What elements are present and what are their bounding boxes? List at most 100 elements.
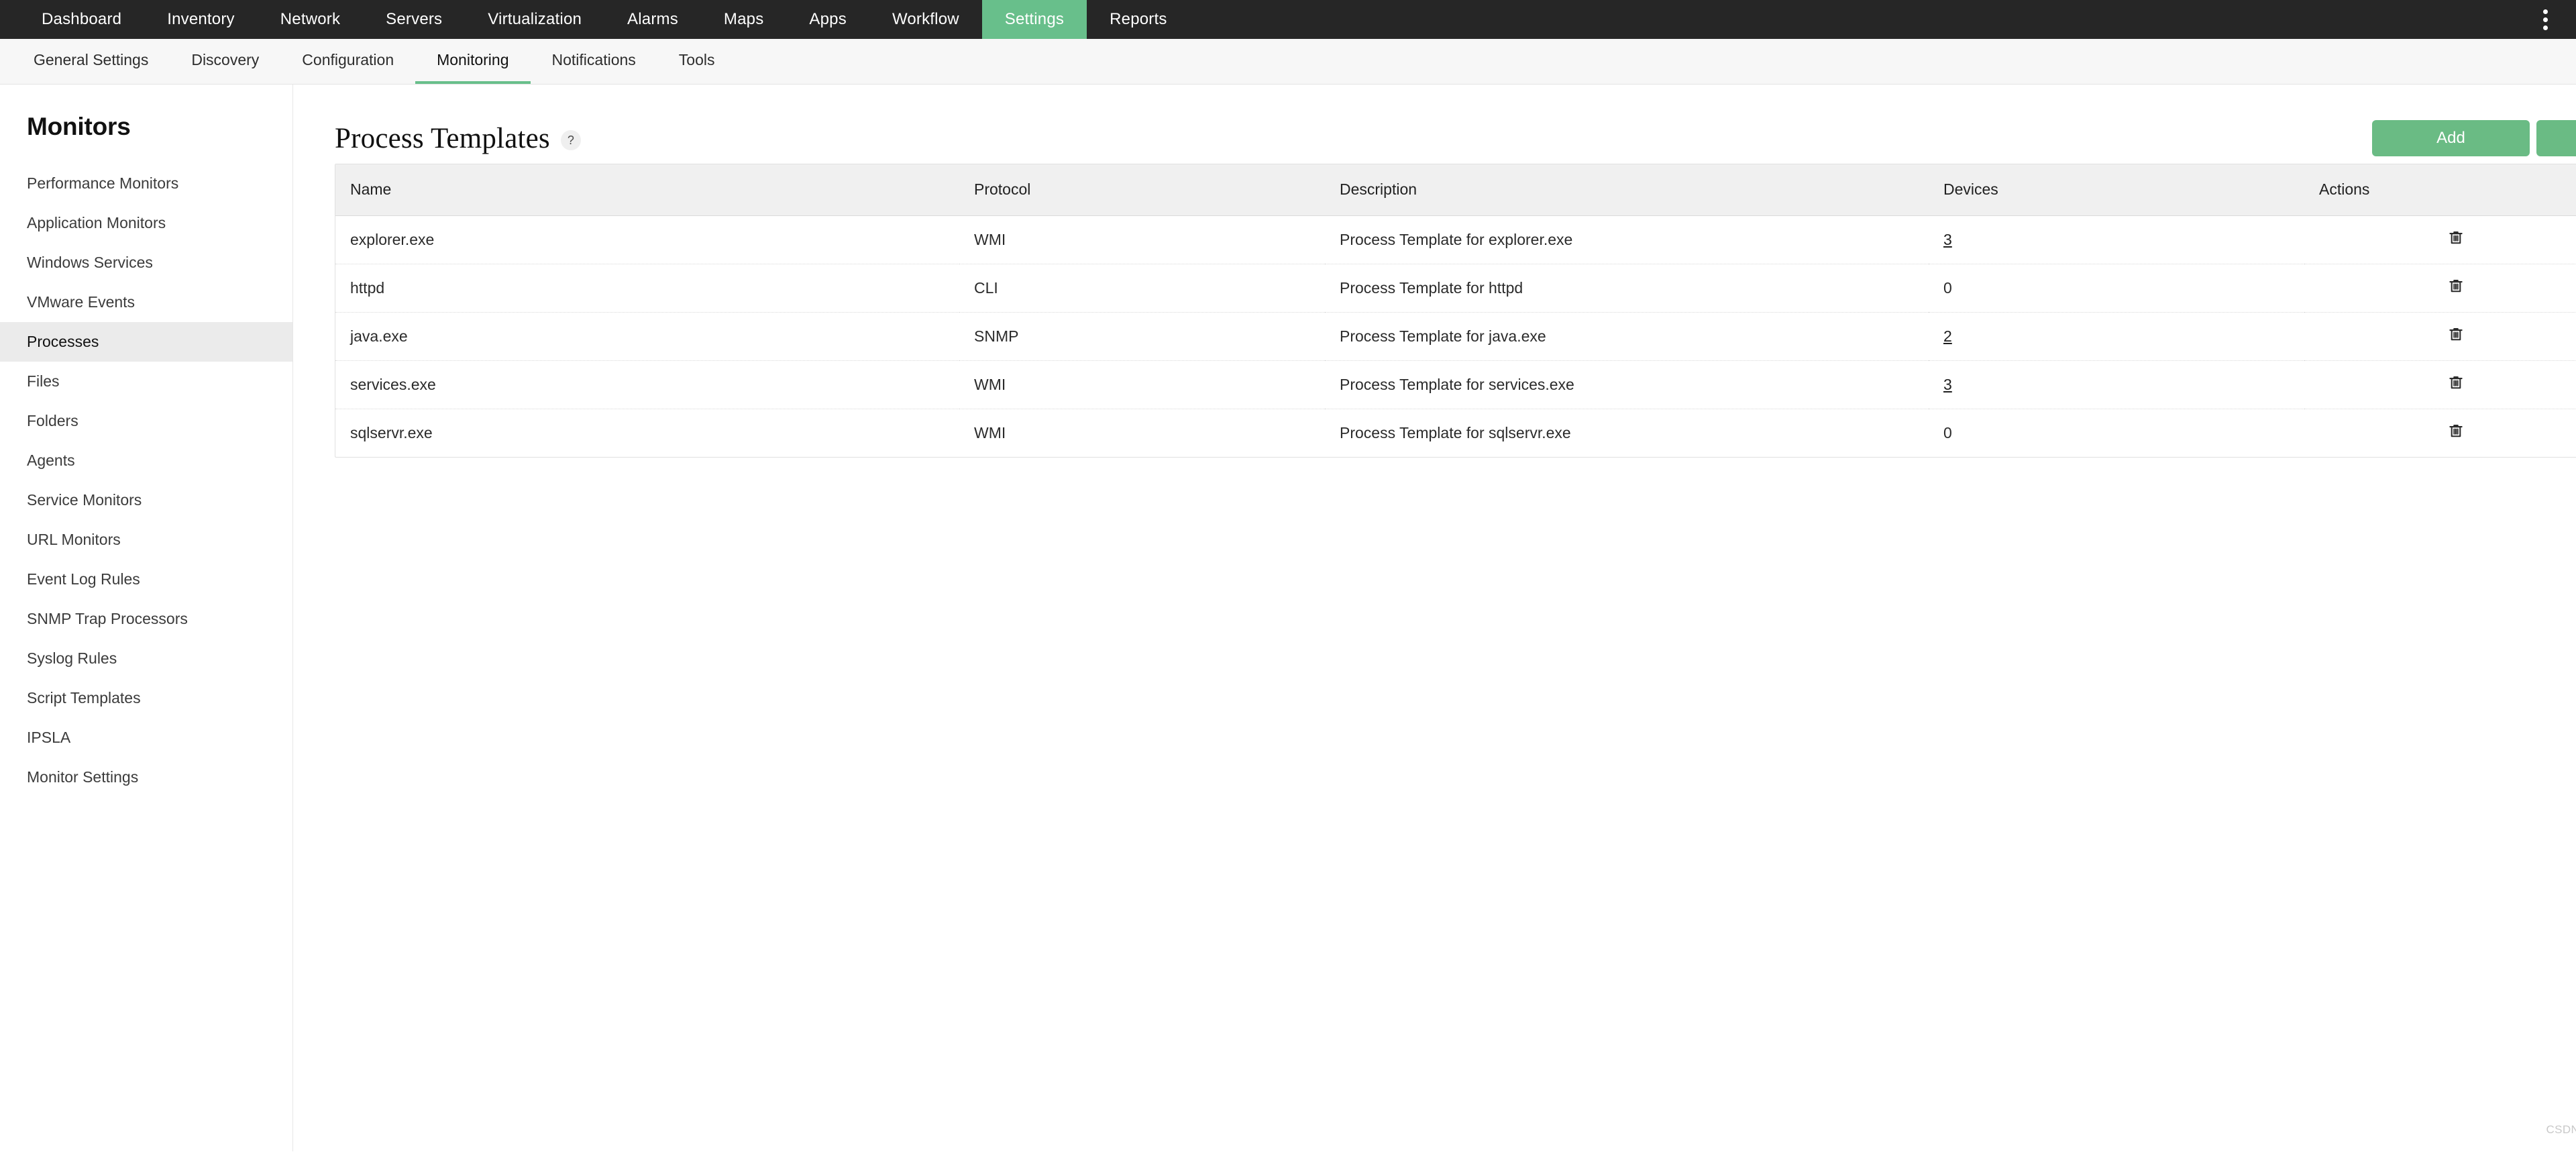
cell-actions: [2304, 360, 2576, 409]
cell-description: Process Template for explorer.exe: [1325, 215, 1929, 264]
sidebar-item-folders[interactable]: Folders: [0, 401, 292, 441]
sidebar-item-syslog-rules[interactable]: Syslog Rules: [0, 639, 292, 678]
cell-name: java.exe: [335, 312, 959, 361]
cell-description: Process Template for services.exe: [1325, 360, 1929, 409]
sidebar-item-service-monitors[interactable]: Service Monitors: [0, 480, 292, 520]
topnav-item-reports[interactable]: Reports: [1087, 0, 1189, 39]
cell-protocol: WMI: [959, 360, 1325, 409]
devices-count-link[interactable]: 3: [1943, 376, 1952, 393]
sidebar-item-snmp-trap-processors[interactable]: SNMP Trap Processors: [0, 599, 292, 639]
cell-protocol: CLI: [959, 264, 1325, 313]
column-header-name[interactable]: Name: [335, 164, 959, 216]
topnav-item-inventory[interactable]: Inventory: [144, 0, 258, 39]
table-header: Name Protocol Description Devices Action…: [335, 164, 2576, 216]
cell-name: sqlservr.exe: [350, 423, 433, 441]
cell-protocol: WMI: [974, 423, 1006, 441]
sidebar-title: Monitors: [27, 113, 131, 140]
table-body: explorer.exe WMI Process Template for expl…: [335, 215, 2576, 457]
help-icon[interactable]: ?: [560, 130, 581, 150]
cell-description: Process Template for sqlservr.exe: [1340, 423, 1571, 441]
topnav-item-servers[interactable]: Servers: [363, 0, 465, 39]
associate-button[interactable]: Associate: [2536, 120, 2576, 156]
cell-devices: 3: [1929, 215, 2304, 264]
devices-count-link[interactable]: 2: [1943, 327, 1952, 345]
main-content: Process Templates ? Add Associate Name P…: [293, 85, 2576, 1151]
sidebar-item-event-log-rules[interactable]: Event Log Rules: [0, 560, 292, 599]
sidebar-item-performance-monitors[interactable]: Performance Monitors: [0, 164, 292, 203]
topnav-item-workflow[interactable]: Workflow: [869, 0, 982, 39]
topnav-item-apps[interactable]: Apps: [786, 0, 869, 39]
process-templates-table: Name Protocol Description Devices Action…: [335, 164, 2576, 457]
devices-count-link[interactable]: 3: [1943, 231, 1952, 248]
page-layout: Monitors Performance Monitors Application…: [0, 85, 2576, 1151]
topnav-item-alarms[interactable]: Alarms: [604, 0, 701, 39]
cell-name: services.exe: [335, 360, 959, 409]
table-row: explorer.exe WMI Process Template for expl…: [335, 215, 2576, 264]
topnav-item-dashboard[interactable]: Dashboard: [19, 0, 144, 39]
watermark: CSDN @ManageEngine卓豪: [2546, 1123, 2576, 1136]
subnav-item-configuration[interactable]: Configuration: [280, 39, 415, 84]
cell-devices: 0: [1929, 264, 2304, 313]
cell-actions: [2304, 312, 2576, 361]
page-header: Process Templates ? Add Associate: [335, 85, 2576, 164]
sidebar-item-application-monitors[interactable]: Application Monitors: [0, 203, 292, 243]
table-row: sqlservr.exe WMI Process Template for sqls…: [335, 409, 2576, 457]
cell-actions: [2304, 215, 2576, 264]
cell-description: Process Template for httpd: [1325, 264, 1929, 313]
kebab-dot: [2542, 9, 2548, 14]
cell-description: Process Template for java.exe: [1325, 312, 1929, 361]
cell-devices: 3: [1929, 360, 2304, 409]
cell-name: explorer.exe: [335, 215, 959, 264]
top-navigation-items: Dashboard Inventory Network Servers Virtuali…: [0, 0, 1190, 39]
sidebar-item-windows-services[interactable]: Windows Services: [0, 243, 292, 282]
devices-count: 0: [1943, 278, 1952, 297]
sidebar-item-list: Performance Monitors Application Monitors…: [0, 164, 292, 797]
topnav-item-maps[interactable]: Maps: [701, 0, 787, 39]
table-row: java.exe SNMP Process Template for java.ex…: [335, 312, 2576, 361]
sub-navigation-bar: General Settings Discovery Configuration Mo…: [0, 39, 2576, 85]
trash-icon[interactable]: [2447, 374, 2465, 391]
cell-protocol: WMI: [959, 215, 1325, 264]
sidebar-item-files[interactable]: Files: [0, 362, 292, 401]
cell-name: httpd: [335, 264, 959, 313]
table-row: services.exe WMI Process Template for serv…: [335, 360, 2576, 409]
subnav-item-general-settings[interactable]: General Settings: [12, 39, 170, 84]
column-header-protocol[interactable]: Protocol: [959, 164, 1325, 216]
sidebar-item-ipsla[interactable]: IPSLA: [0, 718, 292, 757]
cell-protocol: SNMP: [959, 312, 1325, 361]
cell-devices: 2: [1929, 312, 2304, 361]
table-header-row: Name Protocol Description Devices Action…: [335, 164, 2576, 216]
column-header-actions[interactable]: Actions: [2304, 164, 2576, 216]
sidebar: Monitors Performance Monitors Application…: [0, 85, 293, 1151]
subnav-item-discovery[interactable]: Discovery: [170, 39, 280, 84]
subnav-item-tools[interactable]: Tools: [657, 39, 737, 84]
subnav-item-monitoring[interactable]: Monitoring: [415, 39, 531, 84]
trash-icon[interactable]: [2447, 277, 2465, 295]
kebab-dot: [2542, 25, 2548, 30]
trash-icon[interactable]: [2447, 229, 2465, 246]
subnav-item-notifications[interactable]: Notifications: [531, 39, 657, 84]
cell-devices: 0: [1929, 409, 2304, 457]
topnav-item-virtualization[interactable]: Virtualization: [465, 0, 604, 39]
table-row: httpd CLI Process Template for httpd 0: [335, 264, 2576, 313]
add-button[interactable]: Add: [2372, 120, 2530, 156]
sidebar-item-vmware-events[interactable]: VMware Events: [0, 282, 292, 322]
page-title: Process Templates: [335, 122, 550, 154]
header-actions: Add Associate: [2372, 120, 2576, 156]
top-navigation-bar: Dashboard Inventory Network Servers Virtuali…: [0, 0, 2576, 39]
sidebar-item-processes[interactable]: Processes: [0, 322, 292, 362]
kebab-dot: [2542, 17, 2548, 22]
sidebar-item-url-monitors[interactable]: URL Monitors: [0, 520, 292, 560]
sidebar-item-monitor-settings[interactable]: Monitor Settings: [0, 757, 292, 797]
sidebar-item-agents[interactable]: Agents: [0, 441, 292, 480]
column-header-description[interactable]: Description: [1325, 164, 1929, 216]
cell-actions: [2304, 264, 2576, 313]
trash-icon[interactable]: [2447, 422, 2465, 439]
topnav-item-network[interactable]: Network: [258, 0, 363, 39]
trash-icon[interactable]: [2447, 325, 2465, 343]
column-header-devices[interactable]: Devices: [1929, 164, 2304, 216]
sidebar-item-script-templates[interactable]: Script Templates: [0, 678, 292, 718]
topnav-item-settings[interactable]: Settings: [981, 0, 1087, 39]
devices-count: 0: [1943, 423, 1952, 441]
kebab-menu-icon[interactable]: [2530, 0, 2560, 39]
